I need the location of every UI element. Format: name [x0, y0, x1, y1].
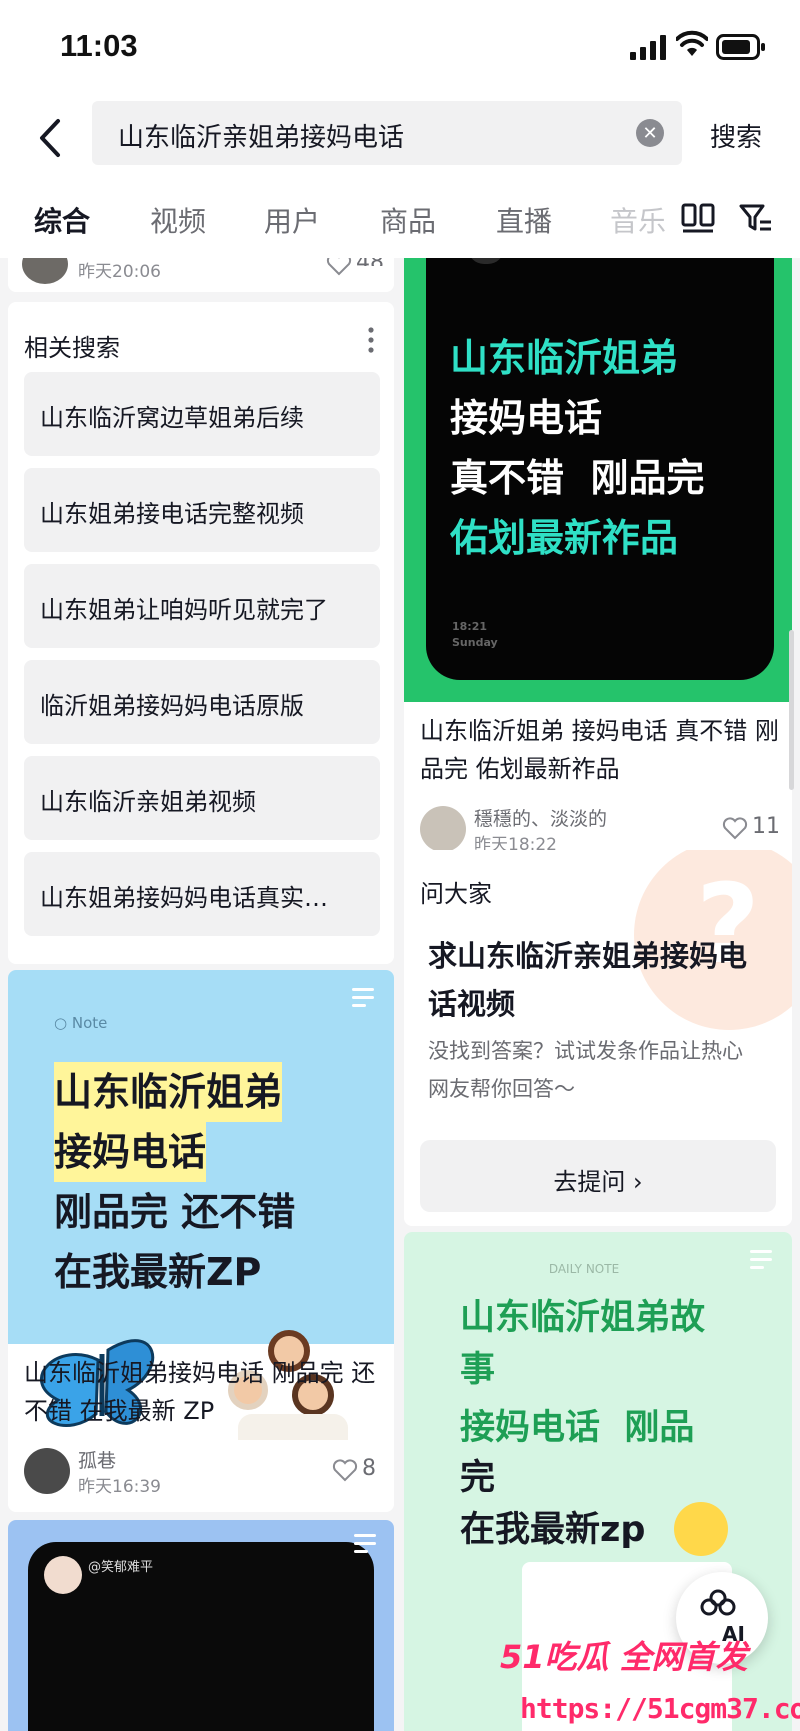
- cover-line: 接妈电话: [450, 396, 603, 440]
- cover-line: 接妈电话: [54, 1122, 207, 1182]
- video-cover: ○ Note 山东临沂姐弟 接妈电话 刚品完 还不错 在我最新ZP: [8, 970, 394, 1440]
- related-searches-title: 相关搜索: [24, 334, 120, 362]
- filter-icon[interactable]: [738, 202, 774, 234]
- related-search-item[interactable]: 山东临沂窝边草姐弟后续: [24, 372, 380, 456]
- related-search-item[interactable]: 山东临沂亲姐弟视频: [24, 756, 380, 840]
- video-title: 山东临沂姐弟 接妈电话 真不错 刚品完 佑划最新祚品: [420, 717, 779, 783]
- like-count: 48: [356, 258, 384, 266]
- chevron-right-icon: ›: [633, 1168, 643, 1196]
- handle: @笑郁难平: [88, 1560, 154, 1575]
- results-feed: 昨天20:06 48 相关搜索 山东临沂窝边草姐弟后续 山东姐弟接电话完整视频 …: [0, 258, 800, 1731]
- cover-line: 山东临沂姐弟: [54, 1062, 283, 1122]
- author-name[interactable]: 孤巷: [78, 1446, 116, 1473]
- related-search-item[interactable]: 山东姐弟接电话完整视频: [24, 468, 380, 552]
- cellular-signal-icon: [630, 35, 666, 60]
- cover-line: 完: [460, 1458, 496, 1498]
- author-avatar[interactable]: [420, 806, 466, 852]
- search-header: 山东临沂亲姐弟接妈电话 ✕ 搜索: [0, 95, 800, 180]
- status-time: 11:03: [60, 28, 138, 63]
- cover-day: Sunday: [452, 636, 498, 649]
- tab-users[interactable]: 用户: [264, 200, 320, 240]
- video-card[interactable]: ○ Note 山东临沂姐弟 接妈电话 刚品完 还不错 在我最新ZP 山东临沂姐弟…: [8, 970, 394, 1512]
- cover-line: 山东临沂姐弟: [450, 336, 679, 380]
- watermark-url: https://51cgm37.com: [520, 1692, 800, 1725]
- cover-line: 山东临沂姐弟故: [460, 1298, 706, 1338]
- post-time: 昨天20:06: [78, 262, 161, 282]
- cover-line: 在我最新ZP: [54, 1250, 262, 1294]
- category-tabs: 综合 视频 用户 商品 直播 音乐: [0, 180, 800, 258]
- layout-toggle-icon[interactable]: [680, 202, 716, 234]
- phone-screenshot: @笑郁难平: [28, 1542, 374, 1731]
- video-cover: 山东临沂姐弟 接妈电话 真不错 刚品完 佑划最新祚品 18:21 Sunday: [404, 258, 792, 702]
- author-avatar[interactable]: [24, 1448, 70, 1494]
- chevron-left-icon: [40, 119, 60, 157]
- ask-question: 求山东临沂亲姐弟接妈电话视频: [428, 939, 748, 1021]
- status-bar: 11:03: [0, 0, 800, 95]
- avatar: [22, 258, 68, 284]
- related-searches-card: 相关搜索 山东临沂窝边草姐弟后续 山东姐弟接电话完整视频 山东姐弟让咱妈听见就完…: [8, 302, 394, 964]
- ask-hint: 没找到答案？试试发条作品让热心网友帮你回答～: [428, 1039, 743, 1101]
- cover-line: 接妈电话 刚品: [460, 1408, 695, 1448]
- clear-search-icon[interactable]: ✕: [636, 119, 664, 147]
- video-cover: @笑郁难平: [8, 1520, 394, 1731]
- cover-line: 真不错 刚品完: [450, 456, 705, 500]
- emoji-face-icon: [674, 1502, 728, 1556]
- wifi-icon: [676, 30, 708, 56]
- cover-line: 佑划最新祚品: [450, 516, 679, 560]
- partial-video-card[interactable]: 昨天20:06 48: [8, 258, 394, 292]
- ask-everyone-card: ? 问大家 求山东临沂亲姐弟接妈电话视频 没找到答案？试试发条作品让热心网友帮你…: [404, 850, 792, 1226]
- like-count: 11: [752, 814, 780, 839]
- heart-icon[interactable]: [332, 1458, 358, 1482]
- note-menu-icon: [352, 988, 374, 1007]
- video-title: 山东临沂姐弟接妈电话 刚品完 还不错 在我最新 ZP: [24, 1359, 376, 1425]
- scrollbar[interactable]: [789, 630, 794, 790]
- related-search-item[interactable]: 临沂姐弟接妈妈电话原版: [24, 660, 380, 744]
- tab-live[interactable]: 直播: [496, 200, 552, 240]
- search-button[interactable]: 搜索: [710, 117, 762, 154]
- cover-line: 在我最新zp: [460, 1510, 646, 1550]
- cover-line: 事: [460, 1350, 496, 1390]
- ai-flower-icon: [700, 1589, 736, 1616]
- ask-button-label: 去提问 ›: [553, 1168, 643, 1196]
- cover-time: 18:21: [452, 620, 488, 633]
- tab-all[interactable]: 综合: [34, 200, 90, 240]
- ask-label: 问大家: [420, 880, 492, 908]
- search-query[interactable]: 山东临沂亲姐弟接妈电话: [118, 117, 404, 154]
- heart-icon[interactable]: [326, 258, 352, 276]
- like-count: 8: [362, 1456, 376, 1481]
- cover-line: 刚品完 还不错: [54, 1190, 296, 1234]
- tab-products[interactable]: 商品: [380, 200, 436, 240]
- related-search-item[interactable]: 山东姐弟接妈妈电话真实…: [24, 852, 380, 936]
- note-menu-icon: [354, 1534, 376, 1553]
- video-card[interactable]: @笑郁难平: [8, 1520, 394, 1731]
- author-name[interactable]: 穩穩的、淡淡的: [474, 804, 607, 831]
- ask-question-button[interactable]: 去提问 ›: [420, 1140, 776, 1212]
- related-search-item[interactable]: 山东姐弟让咱妈听见就完了: [24, 564, 380, 648]
- battery-icon: [716, 34, 765, 60]
- tab-video[interactable]: 视频: [150, 200, 206, 240]
- back-button[interactable]: [30, 115, 70, 161]
- post-time: 昨天16:39: [78, 1477, 161, 1497]
- watermark-brand: 51吃瓜 全网首发: [500, 1638, 748, 1676]
- note-label: ○ Note: [54, 1014, 108, 1032]
- search-input[interactable]: 山东临沂亲姐弟接妈电话 ✕: [92, 101, 682, 165]
- daily-note-label: DAILY NOTE: [548, 1262, 620, 1276]
- phone-screenshot: 山东临沂姐弟 接妈电话 真不错 刚品完 佑划最新祚品 18:21 Sunday: [426, 258, 774, 680]
- more-options-icon[interactable]: [368, 326, 374, 354]
- heart-icon[interactable]: [722, 816, 748, 840]
- tab-music[interactable]: 音乐: [610, 200, 670, 240]
- video-card[interactable]: 山东临沂姐弟 接妈电话 真不错 刚品完 佑划最新祚品 18:21 Sunday …: [404, 258, 792, 870]
